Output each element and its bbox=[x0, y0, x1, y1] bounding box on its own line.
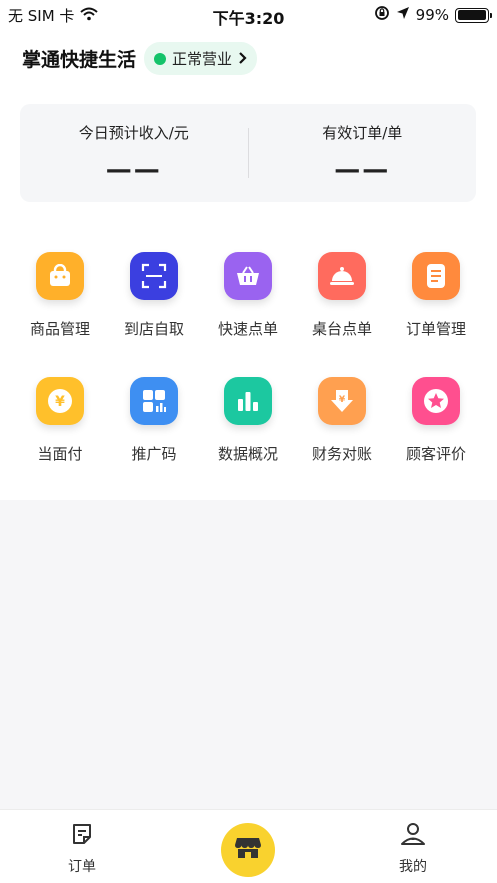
grid-row: 商品管理 到店自取 快速点单 桌台点单 订单管理 bbox=[13, 252, 483, 377]
grid-item-promo-code[interactable]: 推广码 bbox=[107, 377, 201, 502]
bottom-tab-bar: 订单 我的 bbox=[0, 809, 497, 883]
battery-percent: 99% bbox=[415, 6, 449, 24]
grid-label: 财务对账 bbox=[311, 445, 372, 463]
stats-card: 今日预计收入/元 —— 有效订单/单 —— bbox=[20, 104, 476, 202]
grid-label: 当面付 bbox=[37, 445, 83, 463]
tab-orders-label: 订单 bbox=[68, 859, 96, 875]
location-icon bbox=[396, 6, 410, 24]
grid-item-customer-review[interactable]: 顾客评价 bbox=[389, 377, 483, 502]
star-icon bbox=[412, 377, 460, 425]
bar-chart-icon bbox=[224, 377, 272, 425]
grid-item-finance-reconcile[interactable]: ¥ 财务对账 bbox=[295, 377, 389, 502]
tab-me-label: 我的 bbox=[399, 859, 427, 875]
status-right: 99% bbox=[374, 5, 492, 25]
grid-label: 推广码 bbox=[131, 445, 177, 463]
yen-coin-icon: ¥ bbox=[36, 377, 84, 425]
grid-item-store-pickup[interactable]: 到店自取 bbox=[107, 252, 201, 377]
svg-text:¥: ¥ bbox=[339, 395, 346, 405]
grid-item-face-pay[interactable]: ¥ 当面付 bbox=[13, 377, 107, 502]
function-grid: 商品管理 到店自取 快速点单 桌台点单 订单管理 ¥ 当面付 推广码 数据概况 … bbox=[13, 252, 483, 502]
status-dot-icon bbox=[154, 52, 167, 65]
header: 掌通快捷生活 正常营业 bbox=[22, 42, 258, 75]
income-label: 今日预计收入/元 bbox=[78, 124, 189, 142]
battery-icon bbox=[455, 7, 492, 23]
document-icon bbox=[412, 252, 460, 300]
grid-item-table-order[interactable]: 桌台点单 bbox=[295, 252, 389, 377]
battery-fill bbox=[457, 10, 487, 20]
grid-label: 桌台点单 bbox=[311, 320, 372, 338]
grid-label: 快速点单 bbox=[217, 320, 278, 338]
shopping-bag-icon bbox=[36, 252, 84, 300]
yen-download-icon: ¥ bbox=[318, 377, 366, 425]
top-area: 无 SIM 卡 下午3:20 99% 掌通快捷生活 正常营业 今日预计收入/元 … bbox=[0, 0, 497, 500]
income-stat[interactable]: 今日预计收入/元 —— bbox=[20, 104, 248, 202]
grid-label: 商品管理 bbox=[29, 320, 90, 338]
grid-item-data-overview[interactable]: 数据概况 bbox=[201, 377, 295, 502]
business-status-button[interactable]: 正常营业 bbox=[144, 42, 258, 75]
status-bar: 无 SIM 卡 下午3:20 99% bbox=[0, 0, 497, 30]
svg-text:¥: ¥ bbox=[55, 394, 65, 410]
orders-value: —— bbox=[334, 155, 391, 185]
basket-icon bbox=[224, 252, 272, 300]
tab-orders[interactable]: 订单 bbox=[52, 822, 112, 876]
income-value: —— bbox=[105, 155, 162, 185]
grid-label: 顾客评价 bbox=[405, 445, 466, 463]
grid-label: 到店自取 bbox=[123, 320, 184, 338]
cloche-icon bbox=[318, 252, 366, 300]
scan-icon bbox=[130, 252, 178, 300]
store-home-button[interactable] bbox=[221, 823, 275, 877]
business-status-label: 正常营业 bbox=[172, 50, 233, 68]
store-icon bbox=[234, 836, 262, 864]
tab-me[interactable]: 我的 bbox=[383, 822, 443, 876]
grid-item-order-management[interactable]: 订单管理 bbox=[389, 252, 483, 377]
qr-code-icon bbox=[130, 377, 178, 425]
grid-label: 订单管理 bbox=[405, 320, 466, 338]
user-profile-icon bbox=[400, 822, 426, 850]
grid-row: ¥ 当面付 推广码 数据概况 ¥ 财务对账 顾客评价 bbox=[13, 377, 483, 502]
grid-label: 数据概况 bbox=[217, 445, 278, 463]
rotation-lock-icon bbox=[374, 5, 390, 25]
grid-item-quick-order[interactable]: 快速点单 bbox=[201, 252, 295, 377]
order-list-icon bbox=[70, 822, 94, 850]
orders-stat[interactable]: 有效订单/单 —— bbox=[249, 104, 477, 202]
store-name: 掌通快捷生活 bbox=[22, 49, 137, 71]
orders-label: 有效订单/单 bbox=[322, 124, 403, 142]
chevron-right-icon bbox=[238, 50, 247, 68]
grid-item-product-management[interactable]: 商品管理 bbox=[13, 252, 107, 377]
